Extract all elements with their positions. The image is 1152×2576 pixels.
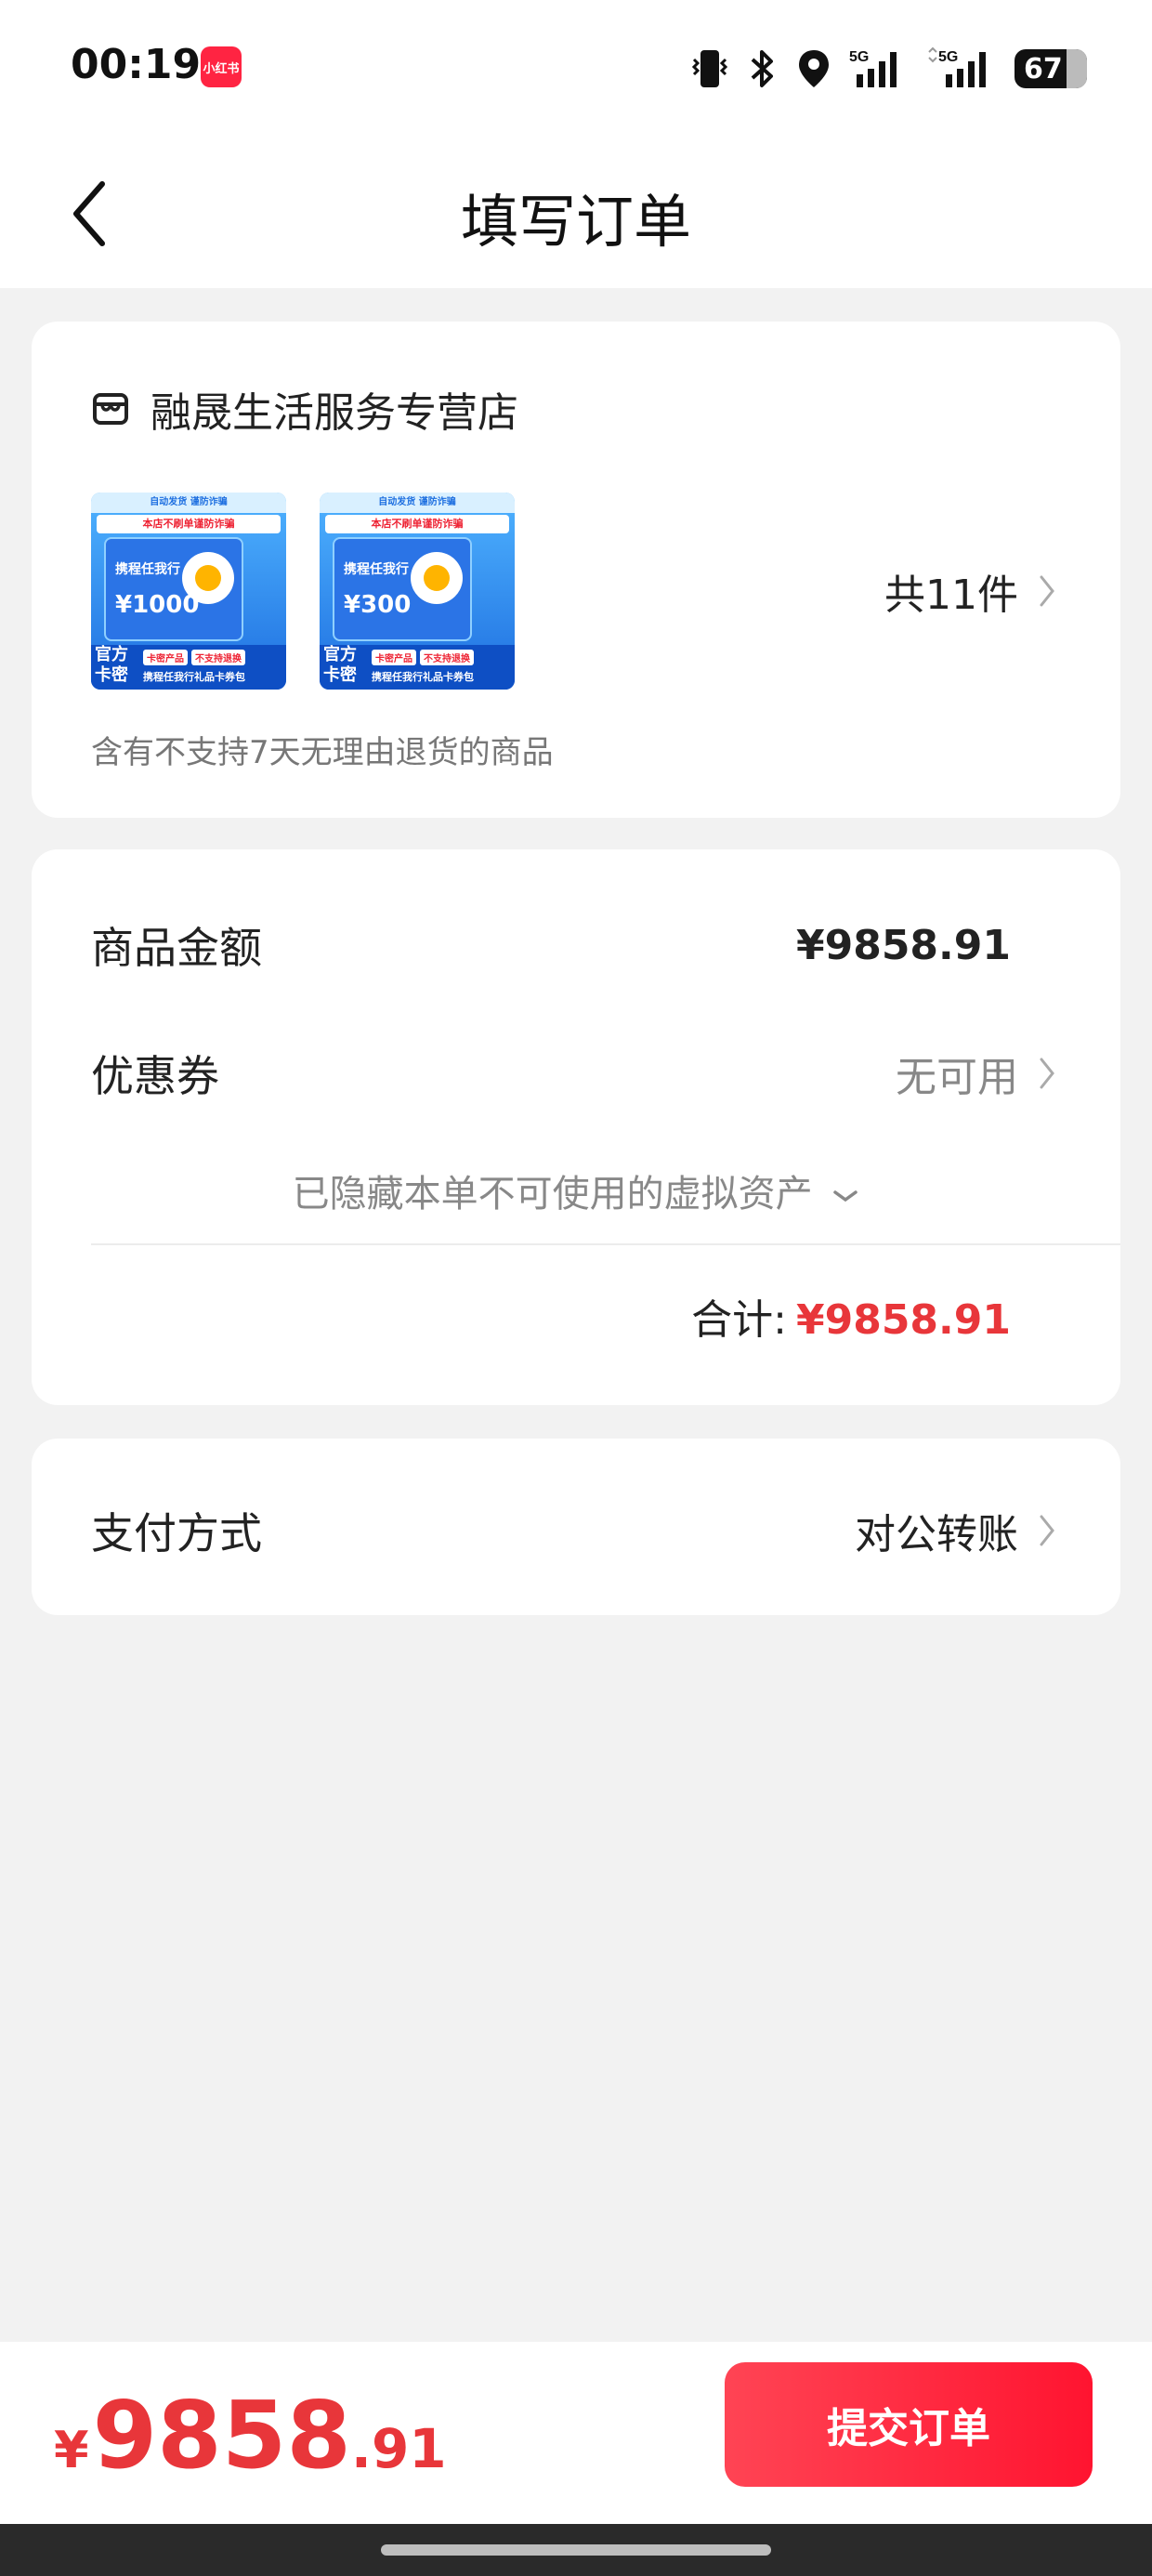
chevron-right-icon	[1040, 1515, 1054, 1546]
home-indicator[interactable]	[381, 2544, 771, 2556]
hidden-assets-toggle[interactable]: 已隐藏本单不可使用的虚拟资产	[32, 1163, 1120, 1217]
thumb-warning: 本店不刷单谨防诈骗	[325, 515, 509, 533]
thumb-banner: 自动发货 谨防诈骗	[320, 493, 515, 513]
thumb-tag: 不支持退换	[420, 650, 474, 665]
svg-text:5G: 5G	[938, 49, 958, 65]
return-policy-note: 含有不支持7天无理由退货的商品	[91, 734, 554, 771]
thumb-banner: 自动发货 谨防诈骗	[91, 493, 286, 513]
product-thumbnails[interactable]: 自动发货 谨防诈骗 本店不刷单谨防诈骗 携程任我行 ¥1000 官方卡密 卡密产…	[91, 493, 515, 690]
price-integer: 9858	[92, 2381, 351, 2490]
gift-card-brand: 携程任我行	[344, 562, 409, 577]
gift-card-amount: ¥300	[344, 591, 412, 619]
gesture-nav-bar	[0, 2524, 1152, 2576]
gift-card-amount: ¥1000	[115, 591, 200, 619]
checkout-bar: ¥ 9858 .91 提交订单	[0, 2342, 1152, 2524]
gift-card-brand: 携程任我行	[115, 562, 180, 577]
thumb-tags: 卡密产品 不支持退换	[143, 650, 245, 665]
currency-symbol: ¥	[54, 2421, 89, 2479]
location-icon	[795, 46, 832, 91]
thumb-warning: 本店不刷单谨防诈骗	[97, 515, 281, 533]
chevron-right-icon	[1040, 575, 1054, 607]
status-time: 00:19	[71, 41, 202, 88]
payment-method-value: 对公转账	[855, 1511, 1018, 1558]
store-name: 融晟生活服务专营店	[151, 389, 518, 437]
product-thumbnail[interactable]: 自动发货 谨防诈骗 本店不刷单谨防诈骗 携程任我行 ¥1000 官方卡密 卡密产…	[91, 493, 286, 690]
vibrate-icon	[689, 46, 730, 91]
payment-card[interactable]: 支付方式 对公转账	[32, 1439, 1120, 1615]
thumb-pack: 携程任我行礼品卡券包	[143, 671, 245, 683]
goods-amount-row: 商品金额 ¥9858.91	[91, 914, 1055, 976]
chevron-down-icon	[833, 1190, 858, 1203]
total-value: ¥9858.91	[795, 1296, 1011, 1344]
divider	[91, 1243, 1120, 1245]
store-header[interactable]: 融晟生活服务专营店	[91, 379, 518, 439]
price-decimal: .91	[350, 2417, 447, 2480]
hidden-assets-text: 已隐藏本单不可使用的虚拟资产	[292, 1173, 813, 1216]
coupon-value: 无可用	[896, 1054, 1018, 1101]
status-bar: 00:19 小红书 5G 5G 67	[0, 0, 1152, 139]
coupon-label: 优惠券	[91, 1051, 219, 1101]
signal-5g-icon: 5G	[849, 46, 909, 91]
submit-order-button[interactable]: 提交订单	[725, 2362, 1093, 2487]
thumb-official: 官方卡密	[95, 645, 128, 685]
item-count-link[interactable]: 共11件	[884, 561, 1055, 621]
page-title: 填写订单	[460, 188, 691, 256]
gift-card-image: 携程任我行 ¥300	[333, 537, 472, 641]
chevron-right-icon	[1040, 1058, 1054, 1089]
thumb-tag: 卡密产品	[372, 650, 416, 665]
svg-text:5G: 5G	[849, 49, 869, 65]
thumb-tag: 卡密产品	[143, 650, 188, 665]
total-row: 合计: ¥9858.91	[691, 1286, 1011, 1346]
thumb-official: 官方卡密	[323, 645, 357, 685]
bluetooth-icon	[747, 46, 779, 91]
system-icons: 5G 5G 67	[689, 43, 1087, 95]
thumb-pack: 携程任我行礼品卡券包	[372, 671, 474, 683]
payment-row[interactable]: 支付方式 对公转账	[91, 1500, 1055, 1561]
nav-bar: 填写订单	[0, 139, 1152, 288]
total-label: 合计:	[691, 1296, 787, 1344]
item-count: 共11件	[884, 572, 1018, 619]
signal-5g-secondary-icon: 5G	[925, 46, 998, 91]
product-thumbnail[interactable]: 自动发货 谨防诈骗 本店不刷单谨防诈骗 携程任我行 ¥300 官方卡密 卡密产品…	[320, 493, 515, 690]
thumb-tag: 不支持退换	[191, 650, 245, 665]
thumb-tags: 卡密产品 不支持退换	[372, 650, 474, 665]
store-card: 融晟生活服务专营店 自动发货 谨防诈骗 本店不刷单谨防诈骗 携程任我行 ¥100…	[32, 322, 1120, 818]
total-price: ¥ 9858 .91	[54, 2381, 447, 2490]
app-badge-icon: 小红书	[201, 46, 242, 87]
goods-amount-value: ¥9858.91	[795, 921, 1011, 969]
payment-label: 支付方式	[91, 1508, 262, 1558]
coupon-row[interactable]: 优惠券 无可用	[91, 1043, 1055, 1104]
dolphin-logo-icon	[411, 552, 463, 604]
amount-card: 商品金额 ¥9858.91 优惠券 无可用 已隐藏本单不可使用的虚拟资产 合计:…	[32, 849, 1120, 1405]
gift-card-image: 携程任我行 ¥1000	[104, 537, 243, 641]
dolphin-logo-icon	[182, 552, 234, 604]
goods-amount-label: 商品金额	[91, 923, 262, 973]
battery-icon: 67	[1015, 49, 1087, 88]
store-icon	[93, 393, 128, 425]
